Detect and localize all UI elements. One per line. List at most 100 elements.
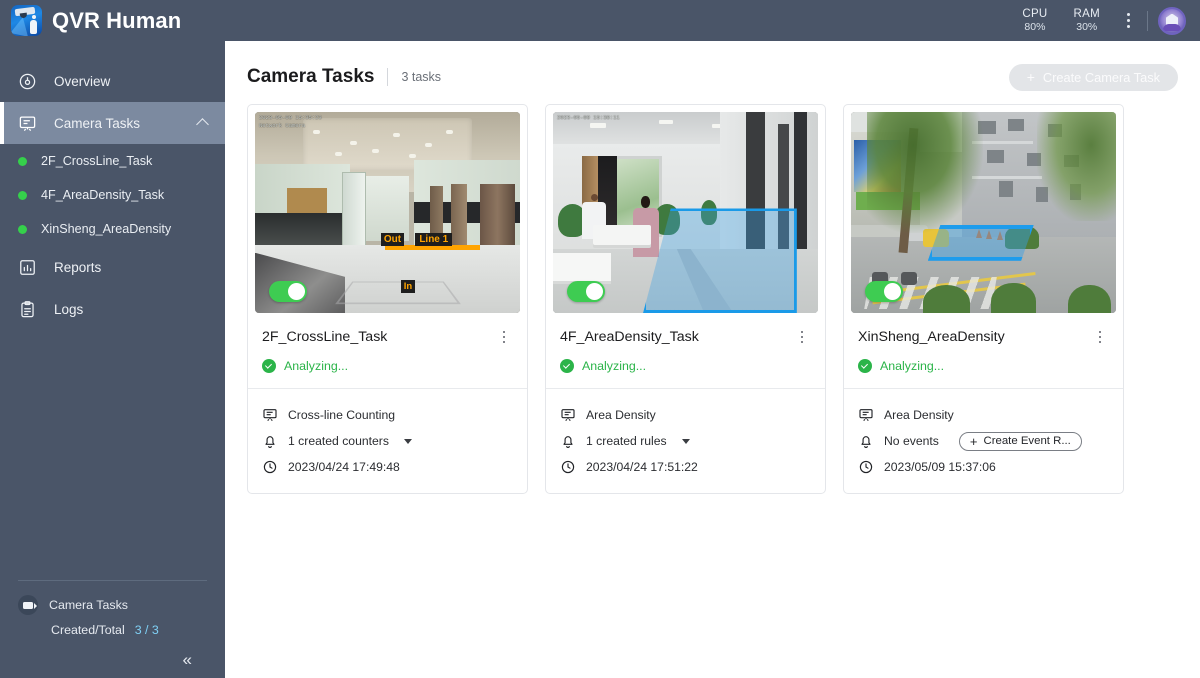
sidebar-task-label: 2F_CrossLine_Task (41, 154, 152, 168)
card-rules-label: 1 created counters (288, 434, 389, 448)
sidebar-footer-title-row: Camera Tasks (18, 595, 207, 615)
created-total-value: 3 / 3 (135, 623, 159, 637)
card-meta: Area Density No events + Create Eve (844, 389, 1123, 493)
camera-thumbnail[interactable] (851, 112, 1116, 313)
card-rules-label: No events (884, 434, 939, 448)
app-root: QVR Human CPU 80% RAM 30% O (0, 0, 1200, 678)
chevrons-left-icon[interactable]: « (18, 651, 207, 668)
ram-label: RAM (1074, 8, 1100, 21)
create-camera-task-button[interactable]: + Create Camera Task (1009, 64, 1178, 91)
app-title: QVR Human (52, 8, 181, 34)
sidebar-item-logs[interactable]: Logs (0, 288, 225, 330)
status-badge: Analyzing... (880, 359, 944, 373)
overlay-tag-in: In (401, 280, 415, 293)
card-type-label: Area Density (586, 408, 656, 422)
clipboard-icon (18, 300, 48, 319)
user-avatar-icon[interactable] (1158, 7, 1186, 35)
overlay-timestamp: 2023-05-09 15:38:11 (557, 114, 620, 122)
clock-icon (262, 459, 278, 475)
cpu-label: CPU (1022, 8, 1047, 21)
card-title: 4F_AreaDensity_Task (560, 329, 699, 345)
card-rules-label: 1 created rules (586, 434, 667, 448)
sidebar-item-overview[interactable]: Overview (0, 60, 225, 102)
bar-chart-icon (18, 258, 48, 277)
card-title: 2F_CrossLine_Task (262, 329, 387, 345)
card-rules-row[interactable]: 1 created counters (262, 428, 513, 454)
camera-thumbnail[interactable]: 2023-05-09 15:35:23 Network Camera Out L… (255, 112, 520, 313)
card-time-row: 2023/04/24 17:49:48 (262, 454, 513, 480)
sidebar-item-reports[interactable]: Reports (0, 246, 225, 288)
card-rules-row[interactable]: 1 created rules (560, 428, 811, 454)
clock-icon (858, 459, 874, 475)
card-header: 4F_AreaDensity_Task (546, 313, 825, 346)
chevron-down-icon[interactable] (682, 439, 690, 444)
overlay-tag-line: Line 1 (415, 233, 452, 246)
status-dot-icon (18, 191, 27, 200)
sidebar-footer-count-row: Created/Total 3 / 3 (18, 623, 207, 637)
plus-icon: + (1027, 70, 1035, 84)
chevron-down-icon[interactable] (404, 439, 412, 444)
bell-icon (262, 433, 278, 449)
qvr-human-logo-icon (11, 5, 42, 36)
card-time-label: 2023/04/24 17:51:22 (586, 460, 698, 474)
task-enable-toggle[interactable] (269, 281, 307, 302)
card-title: XinSheng_AreaDensity (858, 329, 1005, 345)
task-enable-toggle[interactable] (865, 281, 903, 302)
camera-task-card[interactable]: XinSheng_AreaDensity Analyzing... (843, 104, 1124, 494)
overlay-timestamp: 2023-05-09 15:35:23 Network Camera (259, 114, 322, 131)
status-dot-icon (18, 225, 27, 234)
sidebar-task-label: XinSheng_AreaDensity (41, 222, 171, 236)
kebab-menu-icon[interactable] (1113, 0, 1143, 41)
card-type-label: Area Density (884, 408, 954, 422)
camera-task-card[interactable]: 2023-05-09 15:38:11 4F_AreaDensity_Task … (545, 104, 826, 494)
sidebar-task-xinsheng-areadensity[interactable]: XinSheng_AreaDensity (0, 212, 225, 246)
cpu-value: 80% (1022, 21, 1047, 33)
card-status-row: Analyzing... (248, 346, 527, 389)
bell-icon (560, 433, 576, 449)
app-logo-wrapper (0, 5, 52, 36)
check-circle-icon (560, 359, 574, 373)
check-circle-icon (858, 359, 872, 373)
clock-icon (560, 459, 576, 475)
sidebar-item-label: Logs (54, 302, 83, 317)
sidebar-item-label: Reports (54, 260, 101, 275)
sidebar-item-camera-tasks[interactable]: Camera Tasks (0, 102, 225, 144)
card-rules-row: No events + Create Event R... (858, 428, 1109, 454)
card-type-row: Area Density (560, 402, 811, 428)
area-density-zone-overlay (928, 225, 1034, 261)
card-type-row: Area Density (858, 402, 1109, 428)
card-meta: Cross-line Counting 1 created counters (248, 389, 527, 493)
task-enable-toggle[interactable] (567, 281, 605, 302)
cpu-stat: CPU 80% (1009, 8, 1060, 33)
check-circle-icon (262, 359, 276, 373)
kebab-menu-icon[interactable] (495, 328, 513, 346)
card-time-label: 2023/04/24 17:49:48 (288, 460, 400, 474)
card-time-row: 2023/04/24 17:51:22 (560, 454, 811, 480)
ram-stat: RAM 30% (1061, 8, 1113, 33)
divider (387, 68, 388, 86)
divider (1147, 11, 1148, 31)
sidebar-task-2f-crossline[interactable]: 2F_CrossLine_Task (0, 144, 225, 178)
camera-task-card[interactable]: 2023-05-09 15:35:23 Network Camera Out L… (247, 104, 528, 494)
sidebar-task-label: 4F_AreaDensity_Task (41, 188, 164, 202)
card-type-row: Cross-line Counting (262, 402, 513, 428)
status-badge: Analyzing... (582, 359, 646, 373)
top-bar: QVR Human CPU 80% RAM 30% (0, 0, 1200, 41)
camera-task-icon (262, 407, 278, 423)
create-event-rule-label: Create Event R... (983, 435, 1070, 447)
kebab-menu-icon[interactable] (793, 328, 811, 346)
bell-icon (858, 433, 874, 449)
create-camera-task-label: Create Camera Task (1043, 70, 1160, 85)
status-badge: Analyzing... (284, 359, 348, 373)
camera-task-icon (858, 407, 874, 423)
kebab-menu-icon[interactable] (1091, 328, 1109, 346)
camera-task-icon (18, 114, 48, 133)
status-dot-icon (18, 157, 27, 166)
sidebar-task-4f-areadensity[interactable]: 4F_AreaDensity_Task (0, 178, 225, 212)
chevron-up-icon[interactable] (196, 118, 209, 131)
camera-thumbnail[interactable]: 2023-05-09 15:38:11 (553, 112, 818, 313)
plus-icon: + (970, 435, 978, 448)
compass-icon (18, 72, 48, 91)
create-event-rule-button[interactable]: + Create Event R... (959, 432, 1082, 451)
collapse-glyph: « (183, 651, 189, 668)
